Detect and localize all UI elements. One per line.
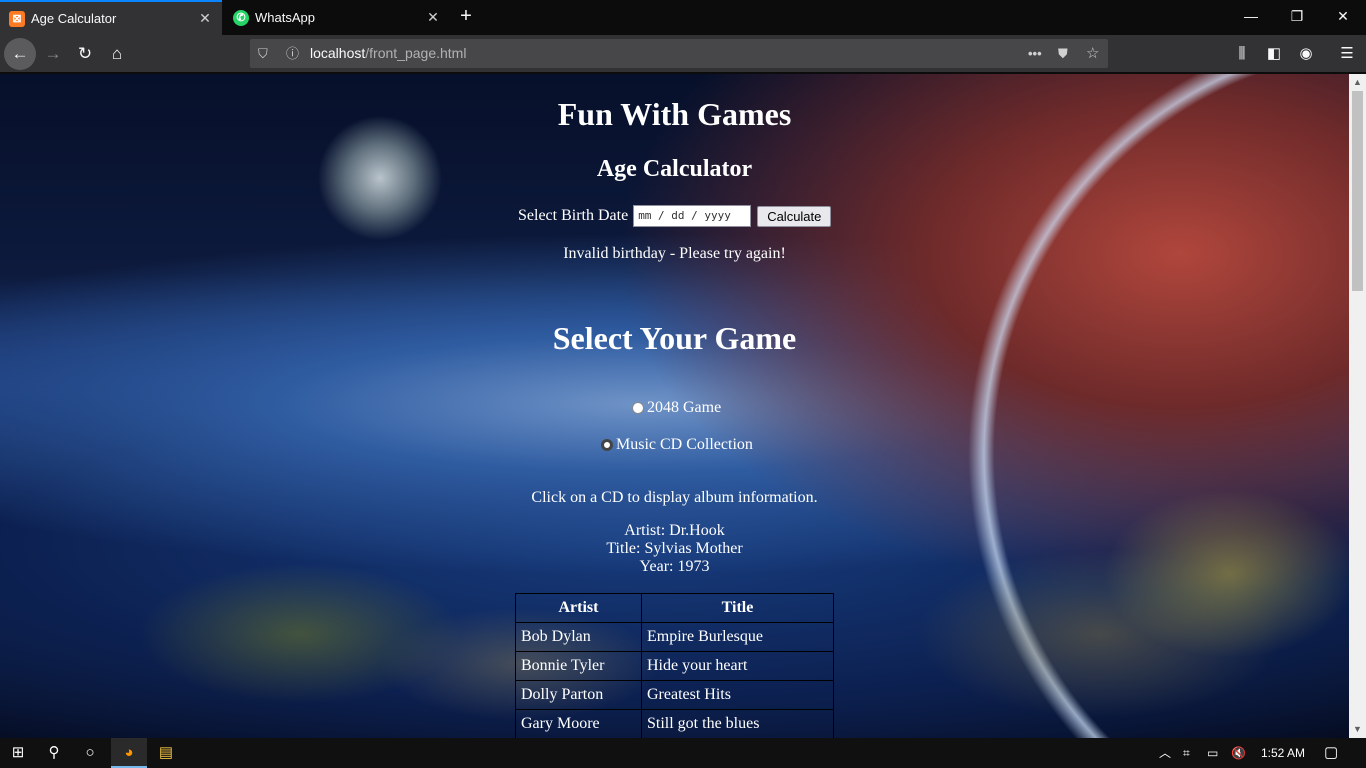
- radio-label[interactable]: 2048 Game: [647, 399, 721, 417]
- site-title: Fun With Games: [557, 96, 792, 132]
- url-text[interactable]: localhost/front_page.html: [310, 39, 466, 68]
- close-window-button[interactable]: ✕: [1320, 0, 1366, 32]
- calculate-button[interactable]: Calculate: [757, 205, 832, 227]
- vertical-scrollbar[interactable]: ▲ ▼: [1349, 74, 1366, 738]
- scrollbar-thumb[interactable]: [1352, 91, 1363, 291]
- cell-title[interactable]: Greatest Hits: [641, 680, 834, 710]
- cell-artist[interactable]: Bonnie Tyler: [515, 651, 642, 681]
- page-actions-icon[interactable]: •••: [1028, 39, 1042, 68]
- table-row[interactable]: Bonnie Tyler Hide your heart: [515, 651, 834, 681]
- cell-title[interactable]: Hide your heart: [641, 651, 834, 681]
- scroll-up-arrow-icon[interactable]: ▲: [1349, 74, 1366, 91]
- error-message: Invalid birthday - Please try again!: [563, 245, 786, 262]
- library-icon[interactable]: ⫼: [1227, 38, 1257, 70]
- restore-button[interactable]: ❐: [1274, 0, 1320, 32]
- close-tab-icon[interactable]: ✕: [194, 10, 216, 27]
- file-explorer-icon[interactable]: ▤: [148, 738, 184, 768]
- table-header-row: Artist Title: [515, 593, 834, 623]
- radio-label[interactable]: Music CD Collection: [616, 436, 753, 454]
- reload-button[interactable]: ↻: [69, 38, 101, 70]
- url-host: localhost: [310, 45, 366, 61]
- volume-muted-icon[interactable]: 🔇: [1231, 738, 1246, 768]
- age-calculator-heading: Age Calculator: [596, 156, 753, 182]
- column-header-title: Title: [641, 593, 834, 623]
- select-game-heading: Select Your Game: [552, 320, 797, 356]
- search-icon[interactable]: ⚲: [36, 738, 72, 768]
- tab-whatsapp[interactable]: ✆ WhatsApp ✕: [224, 0, 450, 35]
- radio-music-cd-collection[interactable]: Music CD Collection: [601, 436, 753, 454]
- table-row[interactable]: Gary Moore Still got the blues: [515, 709, 834, 738]
- radio-button-selected[interactable]: [601, 439, 613, 451]
- cell-title[interactable]: Still got the blues: [641, 709, 834, 738]
- forward-button[interactable]: →: [37, 38, 69, 70]
- birth-date-input[interactable]: mm / dd / yyyy: [633, 205, 752, 227]
- back-button[interactable]: ←: [4, 38, 36, 70]
- cortana-icon[interactable]: ○: [72, 738, 108, 768]
- album-artist: Artist: Dr.Hook: [624, 522, 725, 539]
- page-viewport: Fun With Games Age Calculator Select Bir…: [0, 74, 1349, 738]
- cell-artist[interactable]: Bob Dylan: [515, 622, 642, 652]
- sidebar-icon[interactable]: ◧: [1259, 38, 1289, 70]
- home-button[interactable]: ⌂: [101, 38, 133, 70]
- windows-taskbar: ⊞ ⚲ ○ ◕ ▤ ︿ ⌗ ▭ 🔇 1:52 AM ▢: [0, 738, 1366, 768]
- cell-artist[interactable]: Gary Moore: [515, 709, 642, 738]
- album-year: Year: 1973: [639, 558, 710, 575]
- network-icon[interactable]: ▭: [1207, 738, 1218, 768]
- scroll-down-arrow-icon[interactable]: ▼: [1349, 721, 1366, 738]
- tab-age-calculator[interactable]: ⊠ Age Calculator ✕: [0, 0, 222, 35]
- account-icon[interactable]: ◉: [1291, 38, 1321, 70]
- shield-icon[interactable]: ⛉: [258, 39, 268, 68]
- cd-table: Artist Title Bob Dylan Empire Burlesque …: [515, 593, 834, 738]
- new-tab-button[interactable]: +: [455, 6, 477, 28]
- tab-bar: ⊠ Age Calculator ✕ ✆ WhatsApp ✕ + — ❐ ✕: [0, 0, 1366, 35]
- clock[interactable]: 1:52 AM: [1261, 738, 1305, 768]
- close-tab-icon[interactable]: ✕: [422, 9, 444, 26]
- instruction-text: Click on a CD to display album informati…: [531, 489, 818, 506]
- tab-title: Age Calculator: [31, 11, 117, 26]
- column-header-artist: Artist: [515, 593, 642, 623]
- info-icon[interactable]: ⓘ: [286, 39, 299, 68]
- tab-title: WhatsApp: [255, 10, 315, 25]
- table-row[interactable]: Bob Dylan Empire Burlesque: [515, 622, 834, 652]
- radio-button[interactable]: [632, 402, 644, 414]
- whatsapp-icon: ✆: [233, 9, 249, 26]
- pocket-icon[interactable]: ⛊: [1058, 39, 1068, 68]
- url-bar[interactable]: ⛉ ⓘ localhost/front_page.html ••• ⛊ ☆: [250, 39, 1108, 68]
- table-row[interactable]: Dolly Parton Greatest Hits: [515, 680, 834, 710]
- xampp-icon: ⊠: [9, 10, 25, 27]
- birth-date-row: Select Birth Date mm / dd / yyyy Calcula…: [518, 204, 832, 228]
- radio-2048-game[interactable]: 2048 Game: [632, 399, 721, 417]
- cell-title[interactable]: Empire Burlesque: [641, 622, 834, 652]
- notifications-icon[interactable]: ▢: [1324, 738, 1338, 768]
- album-title: Title: Sylvias Mother: [606, 540, 743, 557]
- minimize-button[interactable]: —: [1228, 0, 1274, 32]
- show-hidden-icons-icon[interactable]: ︿: [1159, 738, 1171, 768]
- firefox-icon[interactable]: ◕: [111, 738, 147, 768]
- navigation-toolbar: ← → ↻ ⌂ ⛉ ⓘ localhost/front_page.html ••…: [0, 35, 1366, 73]
- bookmark-star-icon[interactable]: ☆: [1086, 39, 1099, 68]
- album-info: Artist: Dr.Hook Title: Sylvias Mother Ye…: [0, 522, 1349, 576]
- url-path: /front_page.html: [365, 45, 467, 61]
- cell-artist[interactable]: Dolly Parton: [515, 680, 642, 710]
- menu-icon[interactable]: ☰: [1332, 38, 1362, 70]
- windows-start-icon[interactable]: ⊞: [0, 738, 36, 768]
- device-icon[interactable]: ⌗: [1183, 738, 1190, 768]
- birth-date-label: Select Birth Date: [518, 207, 629, 224]
